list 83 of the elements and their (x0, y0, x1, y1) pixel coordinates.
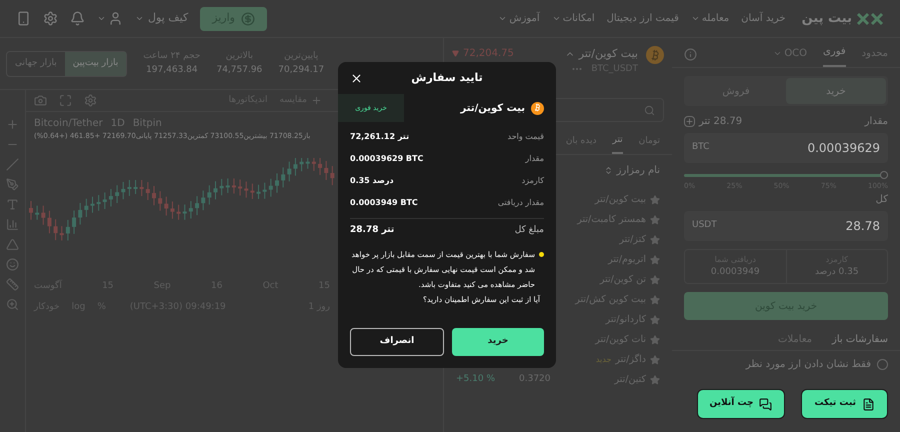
bell-icon[interactable] (70, 11, 85, 26)
fullscreen-icon[interactable] (59, 94, 72, 107)
total-label: مبلغ کل (514, 224, 544, 238)
nav-link[interactable]: آموزش (498, 11, 540, 26)
market-toggle-tab[interactable]: بازار بیت‌پین (64, 52, 126, 76)
drawing-tool-icon[interactable] (6, 198, 19, 211)
star-icon[interactable] (650, 195, 660, 205)
nav-link[interactable]: امکانات (552, 11, 595, 26)
star-icon[interactable] (650, 375, 660, 385)
nav-link[interactable]: خرید آسان (741, 11, 786, 26)
camera-icon[interactable] (34, 94, 47, 107)
drawing-tool-icon[interactable] (6, 238, 19, 251)
total-value: 28.78 تتر (350, 224, 394, 238)
detail-label: مقدار دریافتی (498, 197, 544, 209)
star-icon[interactable] (650, 295, 660, 305)
radio-button[interactable] (877, 359, 888, 370)
balance-text: 28.79 تتر (699, 115, 742, 129)
amount-label: مقدار (864, 115, 888, 129)
caret-icon (97, 14, 106, 23)
detail-value: 0.00039629 BTC (350, 153, 424, 165)
orders-tab[interactable]: سفارشات باز (832, 328, 888, 350)
support-button[interactable]: ثبت تیکت (801, 389, 888, 419)
amount-field[interactable]: BTC 0.00039629 (684, 133, 888, 163)
dialog-pair: بیت کوین/تتر (460, 102, 525, 116)
drawing-tool-icon[interactable] (6, 298, 19, 311)
add-icon[interactable] (684, 116, 695, 127)
detail-value: 0.35 درصد (350, 175, 394, 187)
plus-icon (311, 95, 322, 106)
drawing-tool-icon[interactable] (6, 218, 19, 231)
cancel-button[interactable]: انصراف (350, 328, 444, 356)
pair-price: 72,204.75 (452, 46, 514, 61)
drawing-tool-icon[interactable] (6, 278, 19, 291)
chart-option[interactable]: % (97, 301, 106, 314)
logo-icon (856, 12, 884, 26)
star-icon[interactable] (650, 355, 660, 365)
detail-label: کارمزد (522, 175, 544, 187)
user-icon (108, 11, 123, 26)
total-label: کل (874, 192, 889, 206)
search-icon (644, 104, 655, 116)
info-icon[interactable] (684, 48, 697, 61)
star-icon[interactable] (650, 275, 660, 285)
user-menu-button[interactable] (97, 11, 123, 26)
settings-icon[interactable] (43, 11, 58, 26)
wallet-button[interactable]: کیف پول (135, 10, 188, 27)
market-tab[interactable]: تتر (612, 130, 623, 154)
detail-label: مقدار (525, 153, 544, 165)
stat-value: 70,294.17 (278, 64, 324, 76)
drawing-tool-icon[interactable] (6, 178, 19, 191)
slider-thumb[interactable] (880, 171, 888, 179)
sort-icon (604, 166, 613, 175)
stat-value: 197,463.84 (146, 64, 198, 76)
dollar-icon (241, 12, 255, 26)
detail-label: قیمت واحد (508, 131, 544, 143)
nav-link[interactable]: معامله (690, 11, 730, 26)
star-icon[interactable] (650, 235, 660, 245)
star-icon[interactable] (650, 315, 660, 325)
pair-name[interactable]: بیت کوین/تتر (564, 46, 638, 62)
filter-label: فقط نشان دادن ارز مورد نظر (746, 358, 871, 372)
stat-value: 74,757.96 (216, 64, 262, 76)
nav-link[interactable]: قیمت ارز دیجیتال (606, 11, 679, 26)
settings-icon[interactable] (84, 94, 97, 107)
drawing-tool-icon[interactable] (6, 158, 19, 171)
total-field[interactable]: USDT 28.78 (684, 210, 888, 240)
close-icon[interactable] (350, 72, 363, 84)
confirm-buy-button[interactable]: خرید (452, 328, 544, 356)
detail-value: 0.0003949 BTC (350, 197, 418, 209)
caret-icon (135, 14, 144, 23)
support-button[interactable]: چت آنلاین (696, 389, 786, 419)
star-icon[interactable] (650, 255, 660, 265)
phone-icon[interactable] (16, 11, 31, 26)
drawing-tool-icon[interactable] (6, 258, 19, 271)
dialog-title: تایید سفارش (411, 70, 483, 86)
detail-value: 72,261.12 تتر (350, 131, 410, 143)
market-change: +5.10 % (456, 373, 495, 386)
document-icon (862, 398, 875, 410)
chat-icon (759, 398, 772, 410)
order-type-tab[interactable]: فوری (823, 44, 846, 67)
bitcoin-icon (531, 102, 544, 114)
drawing-tool-icon[interactable] (6, 118, 19, 131)
star-icon[interactable] (650, 215, 660, 225)
logo-text: بیت پین (802, 10, 852, 28)
star-icon[interactable] (650, 335, 660, 345)
bitcoin-icon (646, 46, 664, 64)
